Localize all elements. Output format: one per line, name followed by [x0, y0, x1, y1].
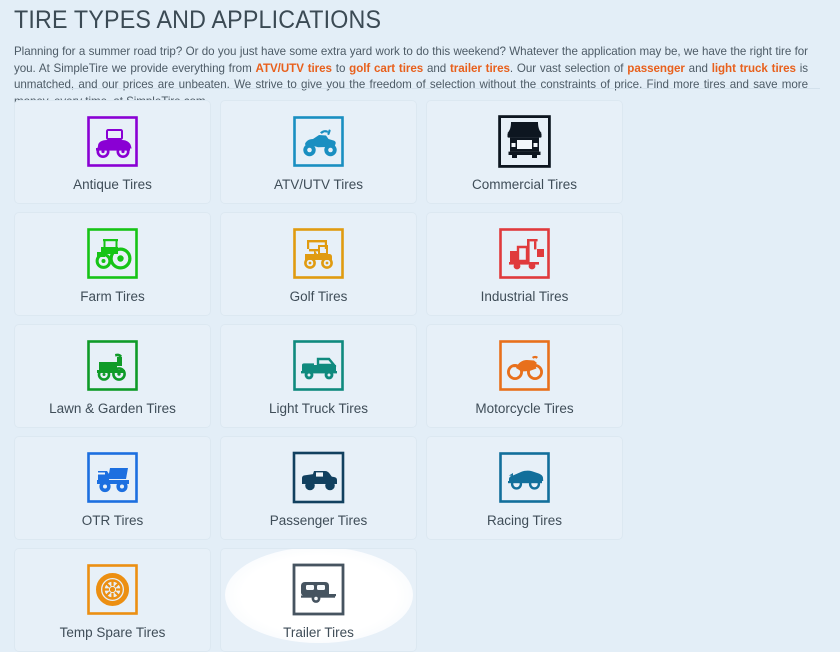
intro-link[interactable]: golf cart tires — [349, 62, 423, 75]
tire-type-label: OTR Tires — [81, 513, 144, 528]
spare-wheel-icon — [84, 561, 141, 618]
tire-type-card[interactable]: Trailer Tires — [220, 548, 417, 652]
atv-quad-icon — [290, 113, 347, 170]
intro-text: . Our vast selection of — [509, 61, 628, 75]
tire-type-card[interactable]: Light Truck Tires — [220, 324, 417, 428]
tire-type-card[interactable]: ATV/UTV Tires — [220, 100, 417, 204]
tire-type-card[interactable]: Lawn & Garden Tires — [14, 324, 211, 428]
tire-type-label: Temp Spare Tires — [59, 625, 166, 640]
tire-type-card[interactable]: Golf Tires — [220, 212, 417, 316]
tire-type-card[interactable]: Antique Tires — [14, 100, 211, 204]
golf-cart-icon — [290, 225, 347, 282]
intro-link[interactable]: passenger — [627, 62, 685, 75]
tire-type-label: Trailer Tires — [283, 625, 354, 640]
race-car-icon — [496, 449, 553, 506]
intro-text: and — [423, 61, 450, 75]
passenger-car-icon — [290, 449, 347, 506]
tire-type-label: Passenger Tires — [269, 513, 368, 528]
tire-type-grid: Antique Tires ATV/UTV Tires Commercial T… — [14, 100, 826, 652]
tire-type-label: ATV/UTV Tires — [273, 177, 363, 192]
tire-type-card[interactable]: Passenger Tires — [220, 436, 417, 540]
intro-link[interactable]: light truck tires — [712, 62, 796, 75]
tire-type-card[interactable]: Farm Tires — [14, 212, 211, 316]
intro-text: and — [684, 61, 712, 75]
tire-type-label: Motorcycle Tires — [475, 401, 574, 416]
tire-type-label: Antique Tires — [73, 177, 152, 192]
tire-type-label: Farm Tires — [80, 289, 145, 304]
tire-type-label: Commercial Tires — [471, 177, 577, 192]
tire-type-card[interactable]: Racing Tires — [426, 436, 623, 540]
tractor-icon — [84, 225, 141, 282]
tire-type-label: Light Truck Tires — [268, 401, 369, 416]
intro-text: to — [331, 61, 350, 75]
tire-type-label: Golf Tires — [289, 289, 348, 304]
antique-car-icon — [84, 113, 141, 170]
tire-type-card[interactable]: Temp Spare Tires — [14, 548, 211, 652]
tire-type-card[interactable]: OTR Tires — [14, 436, 211, 540]
tire-type-label: Lawn & Garden Tires — [49, 401, 176, 416]
intro-paragraph: Planning for a summer road trip? Or do y… — [14, 35, 808, 110]
header-divider — [20, 88, 820, 89]
intro-link[interactable]: ATV/UTV tires — [256, 62, 333, 75]
tire-type-card[interactable]: Commercial Tires — [426, 100, 623, 204]
trailer-icon — [290, 561, 347, 618]
tire-type-label: Industrial Tires — [480, 289, 569, 304]
tire-type-card[interactable]: Industrial Tires — [426, 212, 623, 316]
pickup-truck-icon — [290, 337, 347, 394]
semi-truck-icon — [496, 113, 553, 170]
dump-truck-icon — [84, 449, 141, 506]
tire-type-label: Racing Tires — [486, 513, 563, 528]
motorcycle-icon — [496, 337, 553, 394]
intro-link[interactable]: trailer tires — [450, 62, 510, 75]
lawn-mower-icon — [84, 337, 141, 394]
forklift-icon — [496, 225, 553, 282]
tire-type-card[interactable]: Motorcycle Tires — [426, 324, 623, 428]
tire-types-page: TIRE TYPES AND APPLICATIONS Planning for… — [0, 0, 840, 652]
page-title: TIRE TYPES AND APPLICATIONS — [14, 6, 382, 34]
